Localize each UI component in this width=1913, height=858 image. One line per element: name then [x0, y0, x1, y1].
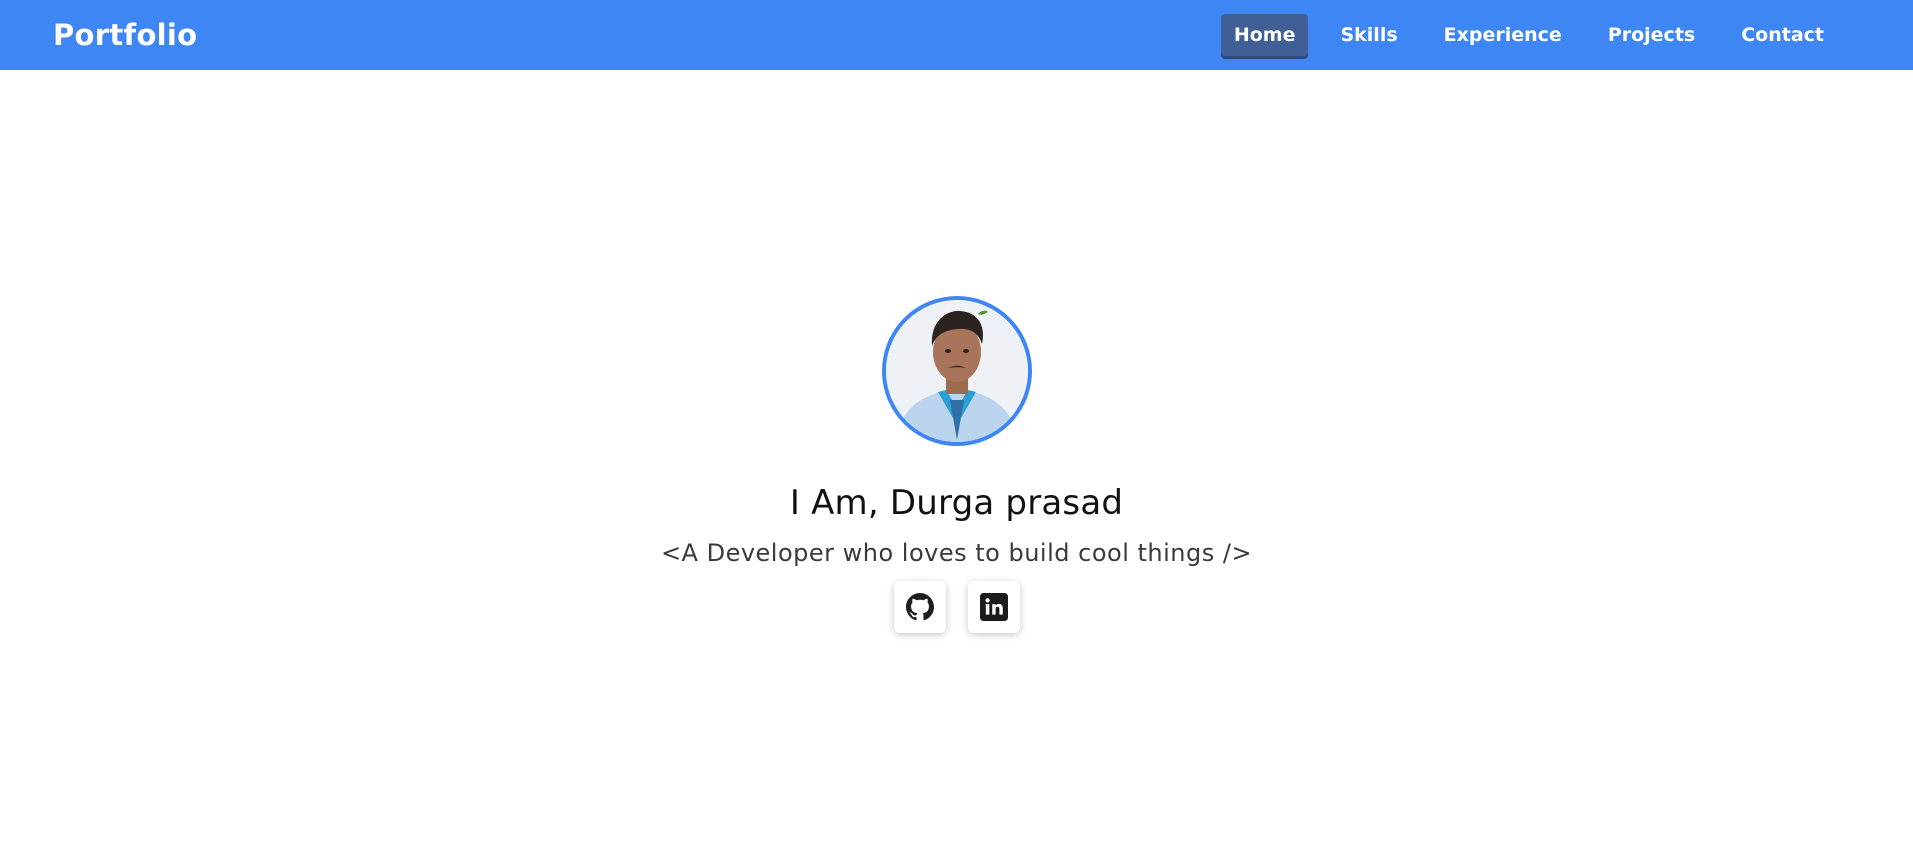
- nav-link-home[interactable]: Home: [1220, 14, 1309, 56]
- hero-section: I Am, Durga prasad <A Developer who love…: [0, 70, 1913, 858]
- nav-link-skills[interactable]: Skills: [1326, 14, 1411, 56]
- github-icon: [905, 593, 934, 621]
- avatar: [881, 296, 1032, 446]
- avatar-photo: [885, 300, 1028, 442]
- github-button[interactable]: [893, 581, 946, 633]
- hero-title: I Am, Durga prasad: [789, 483, 1124, 523]
- nav-links: Home Skills Experience Projects Contact: [1209, 14, 1838, 56]
- social-links: [893, 581, 1020, 633]
- brand-logo[interactable]: Portfolio: [53, 18, 197, 52]
- linkedin-icon: [979, 593, 1008, 621]
- nav-link-experience[interactable]: Experience: [1430, 14, 1576, 56]
- nav-link-contact[interactable]: Contact: [1727, 14, 1838, 56]
- navbar: Portfolio Home Skills Experience Project…: [0, 0, 1913, 70]
- linkedin-button[interactable]: [967, 581, 1020, 633]
- hero-tagline: <A Developer who loves to build cool thi…: [660, 539, 1253, 567]
- nav-link-projects[interactable]: Projects: [1594, 14, 1709, 56]
